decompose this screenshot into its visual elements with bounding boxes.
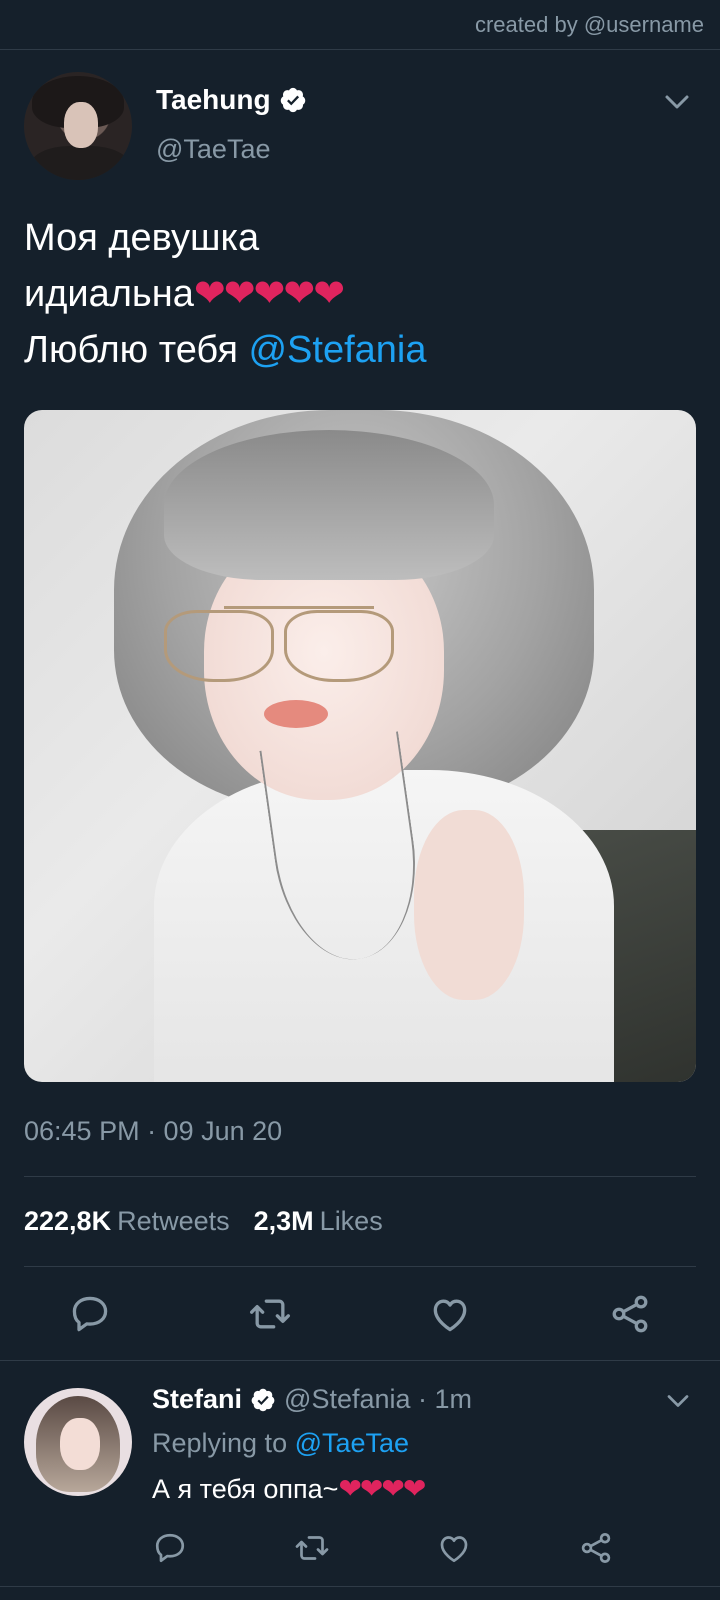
tweet-photo[interactable] [24,410,696,1082]
likes-stat[interactable]: 2,3M Likes [254,1206,383,1237]
reply-author-avatar[interactable] [24,1388,132,1496]
reply-author-handle[interactable]: @Stefania · 1m [284,1384,472,1415]
reply-icon [72,1296,108,1332]
reply-icon [155,1533,185,1563]
replying-to: Replying to @TaeTae [152,1428,409,1459]
likes-label: Likes [319,1206,383,1236]
tweet-text-line-3-words: Люблю тебя [24,329,249,371]
tweet-text-line-1: Моя девушка [24,217,260,259]
credit-text: created by @username [474,12,704,37]
divider [24,1266,696,1267]
mention-link[interactable]: @Stefania [248,329,426,371]
tweet-text-line-2: идиальна❤❤❤❤❤ [24,266,704,322]
retweets-count: 222,8K [24,1206,112,1236]
replying-handle-link[interactable]: @TaeTae [295,1428,409,1458]
verified-badge-icon [280,87,305,113]
retweet-icon [250,1299,290,1329]
likes-count: 2,3M [253,1206,314,1236]
tweet-text: Моя девушка идиальна❤❤❤❤❤ Люблю тебя @St… [24,210,704,378]
retweets-label: Retweets [117,1206,230,1236]
share-button[interactable] [608,1292,652,1336]
divider [0,1360,720,1361]
share-icon [581,1533,611,1563]
reply-text-words: А я тебя оппа~ [152,1474,339,1504]
chevron-down-icon[interactable] [666,1392,690,1410]
reply-button[interactable] [68,1292,112,1336]
retweet-icon [295,1536,329,1560]
divider [0,1586,720,1587]
retweets-stat[interactable]: 222,8K Retweets [24,1206,230,1237]
reply-share-button[interactable] [578,1530,614,1566]
verified-badge-icon [251,1388,275,1411]
chevron-down-icon[interactable] [664,92,690,112]
tweet-text-line-3: Люблю тебя @Stefania [24,322,704,378]
reply-header: Stefani @Stefania · 1m [152,1384,472,1415]
credit-bar: created by @username [0,0,720,50]
reply-retweet-button[interactable] [294,1530,330,1566]
tweet-stats: 222,8K Retweets 2,3M Likes [24,1206,383,1237]
heart-icon [433,1299,467,1332]
heart-icon [440,1536,468,1563]
author-name: Taehung [156,84,271,115]
reply-reply-button[interactable] [152,1530,188,1566]
reply-like-button[interactable] [436,1530,472,1566]
reply-heart-emoji-row: ❤❤❤❤ [338,1473,426,1504]
share-icon [612,1295,648,1333]
tweet-timestamp: 06:45 PM · 09 Jun 20 [24,1116,283,1146]
divider [24,1176,696,1177]
author-handle[interactable]: @TaeTae [156,134,270,165]
author-avatar[interactable] [24,72,132,180]
author-name-row[interactable]: Taehung [156,84,307,116]
like-button[interactable] [428,1292,472,1336]
reply-author-name[interactable]: Stefani [152,1384,242,1415]
tweet-text-line-2-words: идиальна [24,273,194,315]
heart-emoji-row: ❤❤❤❤❤ [193,273,345,315]
replying-prefix: Replying to [152,1428,295,1458]
reply-text: А я тебя оппа~❤❤❤❤ [152,1472,426,1505]
retweet-button[interactable] [248,1292,292,1336]
